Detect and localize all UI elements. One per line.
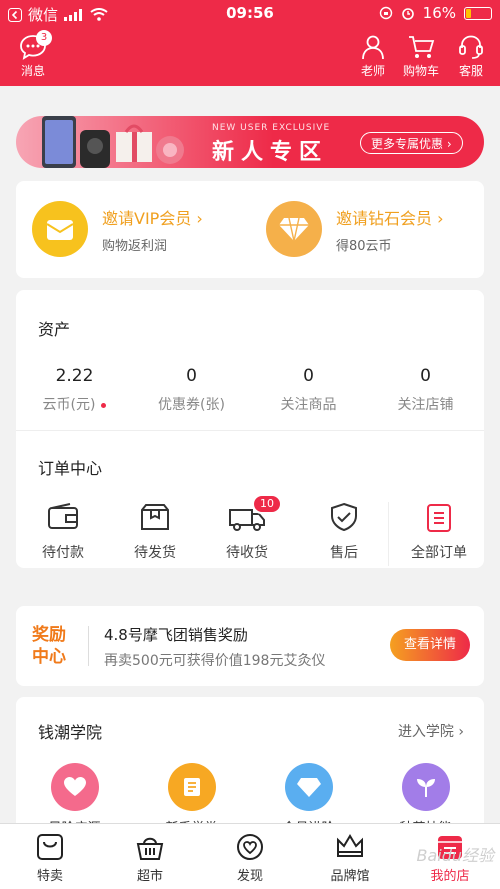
more-offers-button[interactable]: 更多专属优惠 › [360, 132, 463, 154]
reward-tag: 奖励 中心 [32, 624, 66, 668]
invite-card: 邀请VIP会员 › 购物返利润 邀请钻石会员 › 得80云币 [16, 181, 484, 278]
tab-supermarket-label: 超市 [136, 869, 163, 884]
reward-card: 奖励 中心 4.8号摩飞团销售奖励 再卖500元可获得价值198元艾灸仪 查看详… [16, 606, 484, 686]
diamond-icon [266, 201, 322, 257]
shopping-bag-icon [37, 834, 63, 860]
academy-card: 钱潮学院 进入学院 › 风险应源 新手学堂 会员进阶 种草技能 [16, 697, 484, 837]
order-pending-payment-label: 待付款 [42, 545, 84, 561]
divider [16, 430, 484, 431]
messages-badge: 3 [36, 30, 52, 46]
banner-title: 新人专区 [212, 140, 329, 165]
stat-coins-label: 云币(元) [42, 397, 96, 413]
wallet-icon [48, 503, 78, 529]
status-bar: 微信 09:56 16% [0, 0, 500, 28]
invite-vip[interactable]: 邀请VIP会员 › 购物返利润 [32, 201, 203, 257]
messages-label: 消息 [20, 64, 45, 78]
invite-diamond-title: 邀请钻石会员 › [336, 208, 444, 228]
stat-stores-label: 关注店铺 [397, 397, 454, 413]
new-user-banner[interactable]: NEW USER EXCLUSIVE 新人专区 更多专属优惠 › [16, 116, 484, 168]
stat-followed-stores[interactable]: 0 关注店铺 [367, 366, 484, 414]
order-pending-shipment-label: 待发货 [134, 545, 176, 561]
stat-coupons[interactable]: 0 优惠券(张) [133, 366, 250, 414]
tab-supermarket[interactable]: 超市 [100, 832, 200, 884]
box-icon [141, 504, 169, 530]
stat-coins[interactable]: 2.22 云币(元) [16, 366, 133, 414]
teacher-button[interactable]: 老师 [352, 34, 394, 79]
cart-icon [409, 36, 435, 58]
sprout-icon [401, 763, 450, 811]
product-collage-image [42, 116, 184, 168]
stat-coupons-value: 0 [186, 366, 197, 386]
banner-subtitle: NEW USER EXCLUSIVE [212, 123, 331, 133]
reward-subtitle: 再卖500元可获得价值198元艾灸仪 [104, 653, 326, 669]
order-pending-receipt[interactable]: 10 待收货 [202, 494, 292, 562]
order-all-label: 全部订单 [411, 545, 467, 561]
invite-diamond-sub: 得80云币 [336, 238, 392, 254]
order-all[interactable]: 全部订单 [394, 502, 484, 562]
messages-button[interactable]: 3 消息 [12, 30, 54, 79]
alarm-icon [401, 8, 414, 20]
reward-title: 4.8号摩飞团销售奖励 [104, 626, 248, 644]
heart-icon [50, 763, 99, 811]
invite-vip-title: 邀请VIP会员 › [102, 208, 203, 228]
order-pending-payment[interactable]: 待付款 [18, 502, 108, 562]
assets-title: 资产 [38, 320, 71, 339]
stat-stores-value: 0 [420, 366, 431, 386]
cart-button[interactable]: 购物车 [400, 34, 442, 79]
invite-diamond[interactable]: 邀请钻石会员 › 得80云币 [266, 201, 444, 257]
stat-coins-value: 2.22 [55, 366, 94, 386]
stat-followed-products[interactable]: 0 关注商品 [250, 366, 367, 414]
assets-orders-card: 资产 2.22 云币(元) 0 优惠券(张) 0 关注商品 0 关注店铺 订单中… [16, 290, 484, 568]
watermark: Baidu经验 [416, 846, 494, 865]
order-pending-receipt-label: 待收货 [226, 545, 268, 561]
clipboard-list-icon [427, 504, 451, 532]
reward-divider [88, 626, 89, 666]
shield-check-icon [331, 502, 357, 532]
reward-tag-line1: 奖励 [32, 625, 66, 645]
reward-tag-line2: 中心 [32, 647, 66, 667]
pending-receipt-badge: 10 [252, 494, 282, 514]
teacher-label: 老师 [360, 64, 385, 78]
service-button[interactable]: 客服 [450, 34, 492, 79]
header-bar: 3 消息 老师 购物车 客服 [0, 28, 500, 86]
tab-brand-label: 品牌馆 [330, 869, 370, 884]
stat-coupons-label: 优惠券(张) [158, 397, 225, 413]
order-divider [388, 502, 389, 566]
tab-brand[interactable]: 品牌馆 [300, 832, 400, 884]
cart-label: 购物车 [402, 64, 439, 78]
tab-sale[interactable]: 特卖 [0, 832, 100, 884]
academy-title: 钱潮学院 [38, 723, 103, 742]
stat-products-value: 0 [303, 366, 314, 386]
orders-title: 订单中心 [38, 459, 103, 478]
basket-icon [136, 837, 164, 860]
person-icon [362, 35, 384, 60]
crown-icon [337, 834, 363, 857]
order-after-sales[interactable]: 售后 [299, 502, 389, 562]
service-label: 客服 [458, 64, 483, 78]
heart-circle-icon [237, 834, 263, 860]
rotation-lock-icon [379, 6, 392, 20]
diamond-icon [284, 763, 333, 811]
order-after-sales-label: 售后 [330, 545, 358, 561]
headset-icon [459, 35, 483, 59]
invite-vip-sub: 购物返利润 [102, 238, 168, 254]
tab-discover-label: 发现 [236, 869, 263, 884]
tab-discover[interactable]: 发现 [200, 832, 300, 884]
view-details-button[interactable]: 查看详情 [390, 629, 470, 661]
order-pending-shipment[interactable]: 待发货 [110, 502, 200, 562]
battery-icon [464, 6, 492, 20]
battery-percent: 16% [422, 4, 456, 22]
envelope-icon [32, 201, 88, 257]
book-icon [167, 763, 216, 811]
enter-academy-link[interactable]: 进入学院 › [398, 721, 464, 741]
tab-my-store-label: 我的店 [430, 869, 470, 884]
stat-products-label: 关注商品 [280, 397, 337, 413]
tab-sale-label: 特卖 [36, 869, 63, 884]
notification-dot [101, 402, 107, 408]
